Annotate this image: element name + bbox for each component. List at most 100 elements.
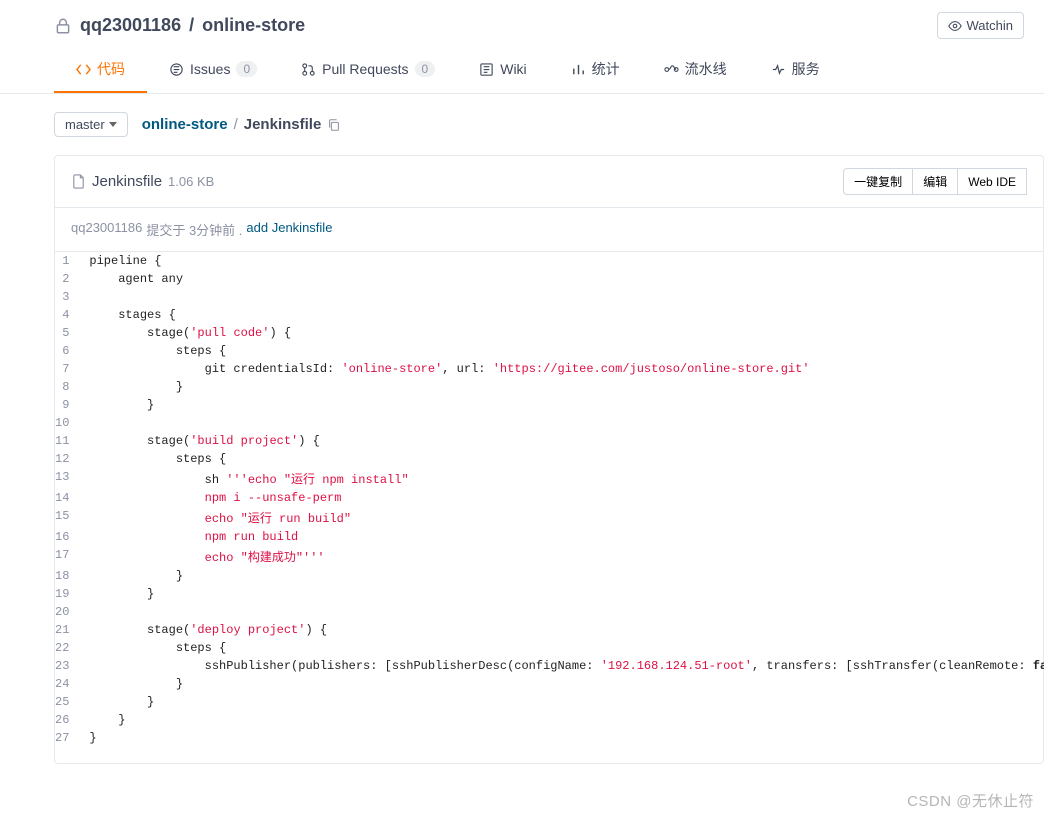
- line-number[interactable]: 26: [55, 711, 81, 729]
- line-number[interactable]: 17: [55, 546, 81, 567]
- tab-wiki[interactable]: Wiki: [457, 47, 548, 93]
- code-line: 8 }: [55, 378, 1044, 396]
- tab-service-label: 服务: [792, 59, 820, 79]
- line-number[interactable]: 11: [55, 432, 81, 450]
- line-number[interactable]: 23: [55, 657, 81, 675]
- file-viewer: Jenkinsfile 1.06 KB 一键复制 编辑 Web IDE qq23…: [54, 155, 1044, 764]
- line-content: steps {: [81, 450, 1044, 468]
- line-number[interactable]: 27: [55, 729, 81, 747]
- line-number[interactable]: 16: [55, 528, 81, 546]
- tab-pipeline-label: 流水线: [685, 59, 727, 79]
- line-number[interactable]: 18: [55, 567, 81, 585]
- breadcrumb-sep: /: [234, 116, 238, 133]
- line-content: npm i --unsafe-perm: [81, 489, 1044, 507]
- code-line: 19 }: [55, 585, 1044, 603]
- line-number[interactable]: 3: [55, 288, 81, 306]
- tab-wiki-label: Wiki: [500, 61, 526, 77]
- branch-label: master: [65, 117, 105, 132]
- line-number[interactable]: 9: [55, 396, 81, 414]
- line-content: stage('pull code') {: [81, 324, 1044, 342]
- code-line: 5 stage('pull code') {: [55, 324, 1044, 342]
- edit-button[interactable]: 编辑: [912, 168, 958, 195]
- repo-title: qq23001186 / online-store: [54, 15, 305, 36]
- code-line: 10: [55, 414, 1044, 432]
- line-content: echo "运行 run build": [81, 507, 1044, 528]
- commit-author: qq23001186: [71, 220, 142, 239]
- horizontal-scrollbar[interactable]: [55, 747, 1043, 763]
- branch-select[interactable]: master: [54, 112, 128, 137]
- service-icon: [771, 62, 786, 77]
- code-line: 2 agent any: [55, 270, 1044, 288]
- line-number[interactable]: 13: [55, 468, 81, 489]
- line-number[interactable]: 21: [55, 621, 81, 639]
- line-number[interactable]: 10: [55, 414, 81, 432]
- file-size: 1.06 KB: [168, 174, 214, 189]
- code-line: 1pipeline {: [55, 252, 1044, 270]
- repo-name[interactable]: online-store: [202, 15, 305, 36]
- line-content: [81, 288, 1044, 306]
- line-number[interactable]: 2: [55, 270, 81, 288]
- code-line: 26 }: [55, 711, 1044, 729]
- line-content: }: [81, 693, 1044, 711]
- line-number[interactable]: 6: [55, 342, 81, 360]
- code-icon: [76, 62, 91, 77]
- tab-pipeline[interactable]: 流水线: [642, 47, 749, 93]
- copy-button[interactable]: 一键复制: [843, 168, 913, 195]
- code-line: 27}: [55, 729, 1044, 747]
- code-line: 6 steps {: [55, 342, 1044, 360]
- pr-icon: [301, 62, 316, 77]
- webide-button[interactable]: Web IDE: [957, 168, 1027, 195]
- wiki-icon: [479, 62, 494, 77]
- commit-meta: 提交于 3分钟前 .: [146, 220, 242, 239]
- watermark: CSDN @无休止符: [907, 790, 1034, 811]
- breadcrumb-file: Jenkinsfile: [244, 116, 322, 133]
- copy-icon[interactable]: [327, 118, 341, 132]
- watch-button[interactable]: Watchin: [937, 12, 1024, 39]
- line-number[interactable]: 4: [55, 306, 81, 324]
- code-line: 9 }: [55, 396, 1044, 414]
- code-line: 23 sshPublisher(publishers: [sshPublishe…: [55, 657, 1044, 675]
- code-line: 21 stage('deploy project') {: [55, 621, 1044, 639]
- line-number[interactable]: 24: [55, 675, 81, 693]
- line-content: }: [81, 729, 1044, 747]
- tab-pullrequests[interactable]: Pull Requests 0: [279, 47, 457, 93]
- line-number[interactable]: 14: [55, 489, 81, 507]
- line-number[interactable]: 22: [55, 639, 81, 657]
- issues-count: 0: [236, 61, 257, 77]
- repo-owner[interactable]: qq23001186: [80, 15, 181, 36]
- line-number[interactable]: 1: [55, 252, 81, 270]
- breadcrumb-root[interactable]: online-store: [142, 116, 228, 133]
- tabs: 代码 Issues 0 Pull Requests 0 Wiki 统计 流水线 …: [0, 47, 1044, 94]
- pipeline-icon: [664, 62, 679, 77]
- code-line: 25 }: [55, 693, 1044, 711]
- tab-service[interactable]: 服务: [749, 47, 842, 93]
- line-number[interactable]: 8: [55, 378, 81, 396]
- line-number[interactable]: 12: [55, 450, 81, 468]
- line-number[interactable]: 15: [55, 507, 81, 528]
- file-actions: 一键复制 编辑 Web IDE: [844, 168, 1027, 195]
- tab-stats[interactable]: 统计: [549, 47, 642, 93]
- lock-icon: [54, 17, 72, 35]
- code-line: 17 echo "构建成功"''': [55, 546, 1044, 567]
- line-number[interactable]: 25: [55, 693, 81, 711]
- line-content: }: [81, 567, 1044, 585]
- commit-message-link[interactable]: add Jenkinsfile: [246, 220, 332, 239]
- line-content: steps {: [81, 639, 1044, 657]
- line-number[interactable]: 7: [55, 360, 81, 378]
- tab-issues[interactable]: Issues 0: [147, 47, 279, 93]
- tab-code[interactable]: 代码: [54, 47, 147, 93]
- line-content: pipeline {: [81, 252, 1044, 270]
- line-content: stage('deploy project') {: [81, 621, 1044, 639]
- issues-icon: [169, 62, 184, 77]
- repo-sep: /: [189, 15, 194, 36]
- line-content: npm run build: [81, 528, 1044, 546]
- code-table: 1pipeline {2 agent any34 stages {5 stage…: [55, 252, 1044, 747]
- code-line: 11 stage('build project') {: [55, 432, 1044, 450]
- line-number[interactable]: 5: [55, 324, 81, 342]
- line-number[interactable]: 19: [55, 585, 81, 603]
- code-line: 7 git credentialsId: 'online-store', url…: [55, 360, 1044, 378]
- line-number[interactable]: 20: [55, 603, 81, 621]
- code-line: 22 steps {: [55, 639, 1044, 657]
- file-icon: [71, 174, 86, 189]
- code-line: 15 echo "运行 run build": [55, 507, 1044, 528]
